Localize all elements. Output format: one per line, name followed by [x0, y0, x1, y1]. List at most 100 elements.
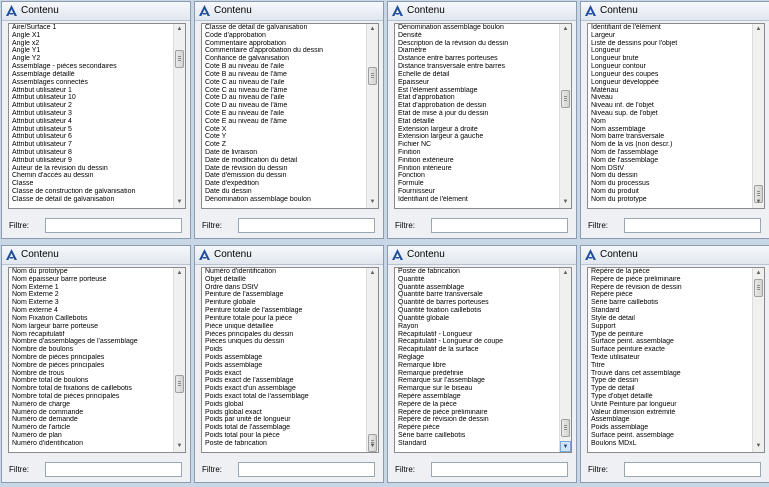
list-item[interactable]: Nom	[588, 118, 752, 126]
list-item[interactable]: Numéro de plan	[9, 432, 173, 440]
list-item[interactable]: Attribut utilisateur 10	[9, 94, 173, 102]
list-item[interactable]: Remarque sur l'assemblage	[395, 377, 559, 385]
list-item[interactable]: Code d'approbation	[202, 32, 366, 40]
list-item[interactable]: Nombre total de fixations de caillebotis	[9, 385, 173, 393]
list-item[interactable]: Nom assemblage	[588, 126, 752, 134]
content-list[interactable]: Aire/Surface 1 Angle X1 Angle x2 Angle Y1 An…	[8, 23, 186, 209]
list-item[interactable]: Cote Y	[202, 133, 366, 141]
list-item[interactable]: Nom du dessin	[588, 172, 752, 180]
list-item[interactable]: Standard	[395, 440, 559, 448]
list-item[interactable]: Attribut utilisateur 9	[9, 157, 173, 165]
list-item[interactable]: Cote D au niveau de l'aile	[202, 94, 366, 102]
scroll-up-arrow-icon[interactable]: ▲	[753, 268, 764, 279]
list-item[interactable]: Attribut utilisateur 3	[9, 110, 173, 118]
list-item[interactable]: Peinture de l'assemblage	[202, 291, 366, 299]
list-item[interactable]: Poids assemblage	[202, 362, 366, 370]
list-item[interactable]: Type de détail	[588, 385, 752, 393]
list-item[interactable]: Poids exact total de l'assemblage	[202, 393, 366, 401]
list-item[interactable]: Niveau inf. de l'objet	[588, 102, 752, 110]
list-item[interactable]: Nom du processus	[588, 180, 752, 188]
content-list[interactable]: Identifiant de l'élément Largeur Liste de …	[587, 23, 765, 209]
vertical-scrollbar[interactable]: ▲ ▼	[752, 24, 764, 208]
list-item[interactable]: Surface peinture exacte	[588, 346, 752, 354]
list-item[interactable]: Cote C au niveau de l'aile	[202, 79, 366, 87]
list-item[interactable]: Numéro de charge	[9, 401, 173, 409]
list-item[interactable]: Nom externe 4	[9, 307, 173, 315]
list-item[interactable]: Fonction	[395, 172, 559, 180]
list-item[interactable]: Date du dessin	[202, 188, 366, 196]
list-item[interactable]: Classe de construction de galvanisation	[9, 188, 173, 196]
scroll-down-arrow-icon[interactable]: ▼	[753, 197, 764, 208]
list-item[interactable]: Longueur des coupes	[588, 71, 752, 79]
scrollbar-thumb[interactable]	[175, 50, 184, 68]
list-item[interactable]: Repère de révision de dessin	[588, 284, 752, 292]
list-item[interactable]: Attribut utilisateur 6	[9, 133, 173, 141]
list-item[interactable]: Liste de dessins pour l'objet	[588, 40, 752, 48]
list-item[interactable]: Poids par unité de longueur	[202, 416, 366, 424]
list-item[interactable]: Poids assemblage	[588, 424, 752, 432]
list-item[interactable]: Nom Externe 1	[9, 284, 173, 292]
list-item[interactable]: Nom de la vis (non descr.)	[588, 141, 752, 149]
list-item[interactable]: Quantité de barres porteuses	[395, 299, 559, 307]
list-item[interactable]: Poste de fabrication	[395, 268, 559, 276]
list-item[interactable]: Poids assemblage	[202, 354, 366, 362]
list-item[interactable]: Série barre caillebotis	[588, 299, 752, 307]
list-item[interactable]: Formule	[395, 180, 559, 188]
list-item[interactable]: Récapitulatif - Longueur de coupe	[395, 338, 559, 346]
list-item[interactable]: Etat détaillé	[395, 118, 559, 126]
list-item[interactable]: Poids global exact	[202, 409, 366, 417]
list-item[interactable]: Peinture totale de l'assemblage	[202, 307, 366, 315]
list-item[interactable]: Etat de mise à jour du dessin	[395, 110, 559, 118]
list-item[interactable]: Rayon	[395, 323, 559, 331]
content-list[interactable]: Dénomination assemblage boulon Densité Des…	[394, 23, 572, 209]
list-item[interactable]: Nom du produit	[588, 188, 752, 196]
list-item[interactable]: Cote C au niveau de l'âme	[202, 87, 366, 95]
list-item[interactable]: Type de dessin	[588, 377, 752, 385]
list-item[interactable]: Numéro d'identification	[202, 268, 366, 276]
content-list[interactable]: Poste de fabrication Quantité Quantité ass…	[394, 267, 572, 453]
list-item[interactable]: Type d'objet détaillé	[588, 393, 752, 401]
list-item[interactable]: Quantité barre transversale	[395, 291, 559, 299]
list-item[interactable]: Assemblage détaillé	[9, 71, 173, 79]
scroll-up-arrow-icon[interactable]: ▲	[560, 24, 571, 35]
list-item[interactable]: Poids	[202, 346, 366, 354]
list-item[interactable]: Surface peint. assemblage	[588, 338, 752, 346]
list-item[interactable]: Surface peint. assemblage	[588, 432, 752, 440]
list-item[interactable]: Peinture globale	[202, 299, 366, 307]
list-item[interactable]: Poids total de l'assemblage	[202, 424, 366, 432]
scroll-up-arrow-icon[interactable]: ▲	[560, 268, 571, 279]
list-item[interactable]: Niveau sup. de l'objet	[588, 110, 752, 118]
list-item[interactable]: Classe de détail de galvanisation	[9, 196, 173, 204]
list-item[interactable]: Poids global	[202, 401, 366, 409]
list-item[interactable]: Série barre caillebotis	[395, 432, 559, 440]
list-item[interactable]: Numéro d'identification	[9, 440, 173, 448]
list-item[interactable]: Nom de l'assemblage	[588, 149, 752, 157]
list-item[interactable]: Etat d'approbation de dessin	[395, 102, 559, 110]
list-item[interactable]: Finition	[395, 149, 559, 157]
list-item[interactable]: Dénomination assemblage boulon	[395, 24, 559, 32]
list-item[interactable]: Nom de l'assemblage	[588, 157, 752, 165]
content-list[interactable]: Repère de la pièce Repère de pièce prélim…	[587, 267, 765, 453]
list-item[interactable]: Identifiant de l'élément	[395, 196, 559, 204]
list-item[interactable]: Repère de la pièce	[588, 268, 752, 276]
content-list[interactable]: Numéro d'identification Objet détaillé Ord…	[201, 267, 379, 453]
list-item[interactable]: Nombre d'assemblages de l'assemblage	[9, 338, 173, 346]
list-item[interactable]: Standard	[588, 307, 752, 315]
list-item[interactable]: Cote B au niveau de l'aile	[202, 63, 366, 71]
filter-input[interactable]	[45, 218, 182, 233]
list-item[interactable]: Aire/Surface 1	[9, 24, 173, 32]
list-item[interactable]: Pièce unique détaillée	[202, 323, 366, 331]
list-item[interactable]: Quantité assemblage	[395, 284, 559, 292]
filter-input[interactable]	[431, 218, 568, 233]
list-item[interactable]: Quantité globale	[395, 315, 559, 323]
list-item[interactable]: Densité	[395, 32, 559, 40]
list-item[interactable]: Etat d'approbation	[395, 94, 559, 102]
list-item[interactable]: Date d'expédition	[202, 180, 366, 188]
list-item[interactable]: Cote B au niveau de l'âme	[202, 71, 366, 79]
list-item[interactable]: Repère pièce	[395, 424, 559, 432]
vertical-scrollbar[interactable]: ▲ ▼	[366, 24, 378, 208]
list-item[interactable]: Nombre de trous	[9, 370, 173, 378]
list-item[interactable]: Date de modification du détail	[202, 157, 366, 165]
list-item[interactable]: Attribut utilisateur 5	[9, 126, 173, 134]
scroll-down-arrow-icon[interactable]: ▼	[367, 197, 378, 208]
